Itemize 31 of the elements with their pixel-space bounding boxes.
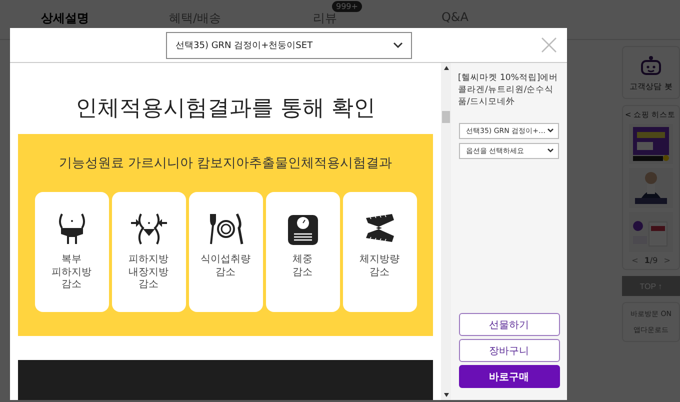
benefit-label: 체지방량 감소 bbox=[360, 254, 400, 279]
scrollbar[interactable] bbox=[441, 63, 451, 400]
triangle-up-icon bbox=[444, 66, 448, 70]
chevron-down-icon bbox=[392, 42, 402, 48]
gift-button[interactable]: 선물하기 bbox=[458, 313, 560, 336]
content-heading: 인체적용시험결과를 통해 확인 bbox=[76, 95, 376, 123]
previous-arrow[interactable]: < bbox=[632, 256, 638, 265]
close-button[interactable] bbox=[541, 37, 557, 53]
cart-button[interactable]: 장바구니 bbox=[458, 339, 560, 362]
tableware-icon bbox=[208, 212, 244, 246]
count-badge: 999+ bbox=[332, 1, 362, 12]
scroll-thumb[interactable] bbox=[442, 111, 450, 123]
robot-icon bbox=[639, 55, 663, 77]
tab[interactable]: 상세설명 bbox=[41, 10, 89, 27]
waist-arrows-icon bbox=[130, 212, 166, 246]
chatbot-card[interactable]: 고객상담 봇 bbox=[622, 46, 680, 99]
page-counter: 1/9 bbox=[644, 256, 658, 265]
next-arrow[interactable]: > bbox=[664, 256, 670, 265]
close-icon bbox=[541, 37, 557, 53]
benefit-label: 체중 감소 bbox=[292, 254, 312, 279]
chevron-down-icon bbox=[547, 148, 554, 154]
buy-button[interactable]: 바로구매 bbox=[458, 365, 560, 388]
benefit-label: 식이섭취량 감소 bbox=[200, 254, 250, 279]
chatbot-label: 고객상담 봇 bbox=[630, 81, 672, 92]
benefit-label: 피하지방 내장지방 감소 bbox=[128, 254, 168, 292]
banner-title: 기능성원료 가르시니아 캄보지아추출물인체적용시험결과 bbox=[58, 155, 392, 172]
chevron-down-icon bbox=[547, 128, 554, 134]
product-title: [헬씨마켓 10%적립]에버콜라겐/뉴트리원/순수식품/드시모네外 bbox=[458, 73, 560, 109]
triangle-down-icon bbox=[444, 393, 448, 397]
option-select[interactable]: 선택35) GRN 검정이+천둥이SET bbox=[166, 32, 412, 58]
benefit-label: 복부 피하지방 감소 bbox=[52, 254, 92, 292]
